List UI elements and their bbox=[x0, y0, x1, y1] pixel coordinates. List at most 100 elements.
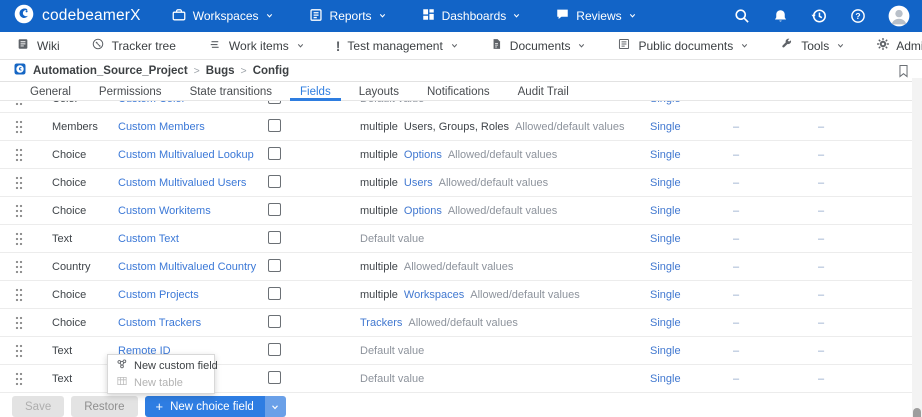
field-checkbox[interactable] bbox=[268, 203, 281, 216]
field-name-link[interactable]: Custom Workitems bbox=[118, 205, 268, 217]
tab-notifications[interactable]: Notifications bbox=[413, 82, 504, 100]
toolbar-label: Tools bbox=[801, 39, 829, 53]
field-name-link[interactable]: Custom Text bbox=[118, 233, 268, 245]
field-name-link[interactable]: Custom Members bbox=[118, 121, 268, 133]
menu-item-new-custom-field[interactable]: New custom field bbox=[108, 357, 214, 374]
user-avatar[interactable] bbox=[888, 5, 910, 27]
field-checkbox[interactable] bbox=[268, 101, 281, 104]
drag-handle-icon[interactable] bbox=[0, 176, 52, 190]
single-link[interactable]: Single bbox=[650, 345, 733, 357]
toolbar-documents[interactable]: Documents bbox=[490, 37, 587, 54]
field-checkbox[interactable] bbox=[268, 231, 281, 244]
field-checkbox[interactable] bbox=[268, 259, 281, 272]
tab-state-transitions[interactable]: State transitions bbox=[176, 82, 286, 100]
toolbar-public-documents[interactable]: Public documents bbox=[617, 37, 749, 54]
field-description: multipleWorkspacesAllowed/default values bbox=[360, 289, 650, 301]
menu-item-label: New custom field bbox=[134, 360, 218, 372]
breadcrumb-config: Config bbox=[253, 65, 289, 77]
toolbar-admin[interactable]: Admin bbox=[876, 37, 922, 54]
field-checkbox[interactable] bbox=[268, 371, 281, 384]
description-text: Allowed/default values bbox=[448, 205, 557, 217]
dash-value: – bbox=[818, 261, 922, 273]
toolbar-tools[interactable]: Tools bbox=[780, 37, 845, 54]
field-name-link[interactable]: Custom Trackers bbox=[118, 317, 268, 329]
drag-handle-icon[interactable] bbox=[0, 204, 52, 218]
single-link[interactable]: Single bbox=[650, 101, 733, 105]
description-text: Allowed/default values bbox=[515, 121, 624, 133]
drag-handle-icon[interactable] bbox=[0, 344, 52, 358]
work-items-icon bbox=[207, 37, 222, 55]
field-checkbox[interactable] bbox=[268, 147, 281, 160]
single-link[interactable]: Single bbox=[650, 205, 733, 217]
search-icon[interactable] bbox=[733, 7, 751, 25]
field-name-link[interactable]: Custom Multivalued Users bbox=[118, 177, 268, 189]
tab-permissions[interactable]: Permissions bbox=[85, 82, 176, 100]
notifications-bell-icon[interactable] bbox=[772, 8, 789, 25]
dash-value: – bbox=[733, 289, 818, 301]
description-text: multiple bbox=[360, 289, 398, 301]
single-link[interactable]: Single bbox=[650, 233, 733, 245]
save-button[interactable]: Save bbox=[12, 396, 64, 417]
single-link[interactable]: Single bbox=[650, 149, 733, 161]
breadcrumb-bugs-link[interactable]: Bugs bbox=[206, 65, 235, 77]
toolbar-tracker-tree[interactable]: Tracker tree bbox=[91, 37, 176, 54]
briefcase-icon bbox=[171, 7, 187, 26]
single-link[interactable]: Single bbox=[650, 121, 733, 133]
field-checkbox[interactable] bbox=[268, 343, 281, 356]
nav-reviews[interactable]: Reviews bbox=[555, 7, 636, 25]
tab-layouts[interactable]: Layouts bbox=[345, 82, 413, 100]
field-name-link[interactable]: Custom Color bbox=[118, 101, 268, 105]
bookmark-icon[interactable] bbox=[898, 64, 909, 81]
field-checkbox[interactable] bbox=[268, 175, 281, 188]
table-grid-icon bbox=[116, 375, 128, 390]
drag-handle-icon[interactable] bbox=[0, 148, 52, 162]
reports-icon bbox=[308, 7, 324, 26]
field-name-link[interactable]: Custom Multivalued Country bbox=[118, 261, 268, 273]
breadcrumb-project-link[interactable]: Automation_Source_Project bbox=[33, 65, 188, 77]
breadcrumb: Automation_Source_Project > Bugs > Confi… bbox=[0, 60, 922, 82]
drag-handle-icon[interactable] bbox=[0, 316, 52, 330]
vertical-scrollbar-thumb[interactable] bbox=[913, 408, 921, 417]
field-checkbox[interactable] bbox=[268, 315, 281, 328]
field-name-link[interactable]: Custom Multivalued Lookup bbox=[118, 149, 268, 161]
tab-fields[interactable]: Fields bbox=[286, 82, 345, 100]
new-choice-field-caret-button[interactable] bbox=[265, 396, 286, 417]
nav-reports[interactable]: Reports bbox=[308, 7, 387, 26]
field-checkbox[interactable] bbox=[268, 287, 281, 300]
single-link[interactable]: Single bbox=[650, 289, 733, 301]
description-link[interactable]: Options bbox=[404, 149, 442, 161]
toolbar-work-items[interactable]: Work items bbox=[207, 37, 305, 55]
drag-handle-icon[interactable] bbox=[0, 288, 52, 302]
drag-handle-icon[interactable] bbox=[0, 120, 52, 134]
drag-handle-icon[interactable] bbox=[0, 372, 52, 386]
single-link[interactable]: Single bbox=[650, 177, 733, 189]
tab-audit-trail[interactable]: Audit Trail bbox=[504, 82, 583, 100]
codebeamer-brand[interactable]: codebeamerX bbox=[14, 4, 141, 29]
nav-workspaces[interactable]: Workspaces bbox=[171, 7, 274, 26]
menu-item-new-table[interactable]: New table bbox=[108, 374, 214, 391]
description-link[interactable]: Workspaces bbox=[404, 289, 464, 301]
nav-dashboards[interactable]: Dashboards bbox=[421, 7, 522, 25]
history-icon[interactable] bbox=[810, 7, 828, 25]
new-choice-field-button[interactable]: + New choice field bbox=[145, 396, 265, 417]
wiki-icon bbox=[16, 37, 30, 54]
field-checkbox[interactable] bbox=[268, 119, 281, 132]
table-row: Choice Custom Multivalued Users multiple… bbox=[0, 169, 922, 197]
drag-handle-icon[interactable] bbox=[0, 260, 52, 274]
chevron-down-icon bbox=[836, 41, 845, 50]
tab-general[interactable]: General bbox=[16, 82, 85, 100]
help-icon[interactable]: ? bbox=[849, 7, 867, 25]
description-link[interactable]: Trackers bbox=[360, 317, 402, 329]
toolbar-wiki[interactable]: Wiki bbox=[16, 37, 60, 54]
restore-button[interactable]: Restore bbox=[71, 396, 137, 417]
drag-handle-icon[interactable] bbox=[0, 232, 52, 246]
description-link[interactable]: Options bbox=[404, 205, 442, 217]
single-link[interactable]: Single bbox=[650, 317, 733, 329]
drag-handle-icon[interactable] bbox=[0, 101, 52, 106]
field-name-link[interactable]: Custom Projects bbox=[118, 289, 268, 301]
single-link[interactable]: Single bbox=[650, 261, 733, 273]
toolbar-test-management[interactable]: ! Test management bbox=[336, 39, 459, 53]
description-link[interactable]: Users bbox=[404, 177, 433, 189]
top-nav-menu: Workspaces Reports Dashboards Reviews bbox=[171, 7, 637, 26]
single-link[interactable]: Single bbox=[650, 373, 733, 385]
